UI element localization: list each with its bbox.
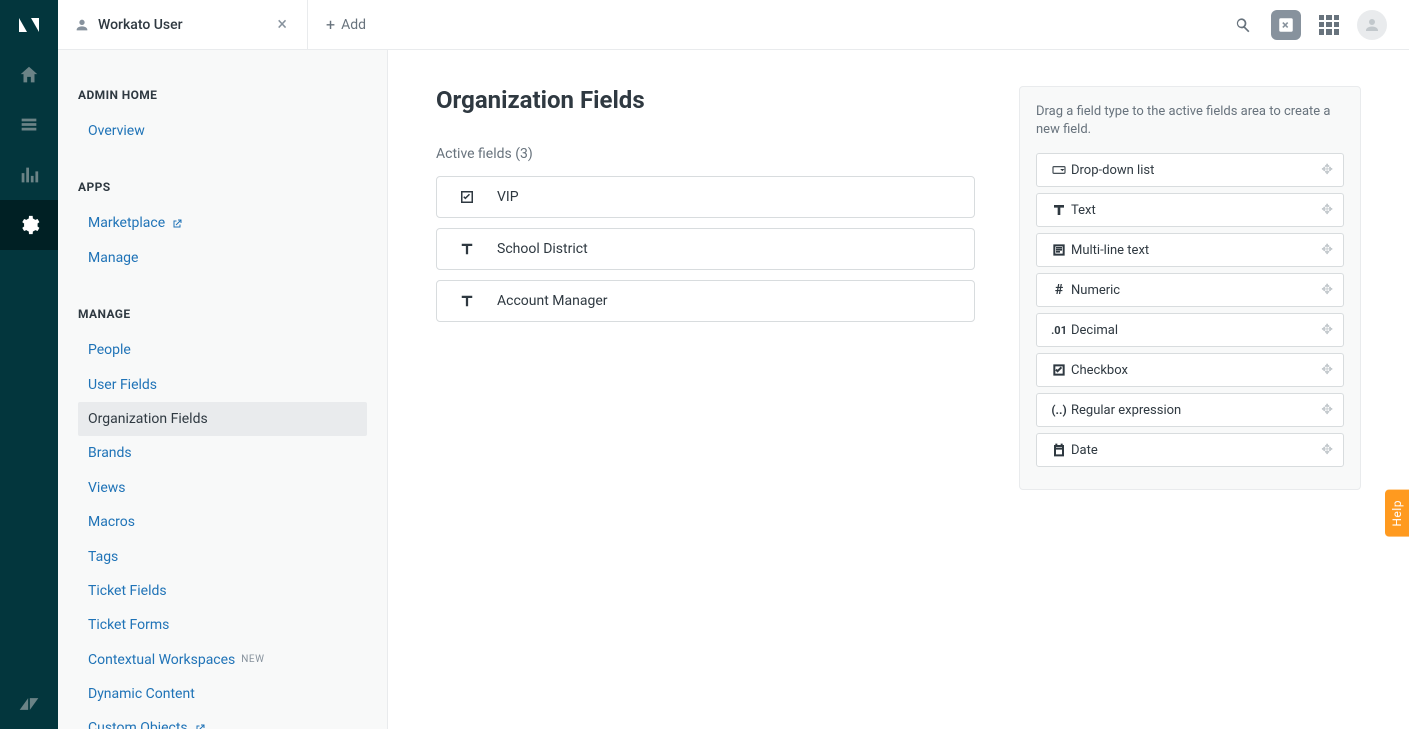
type-label: Regular expression	[1071, 403, 1321, 418]
drag-handle-icon: ✥	[1321, 282, 1333, 298]
field-label: School District	[497, 241, 588, 257]
type-label: Numeric	[1071, 283, 1321, 298]
add-tab-label: Add	[341, 17, 366, 33]
text-icon	[437, 240, 497, 258]
checkbox-icon	[1047, 362, 1071, 378]
sidebar-item-organization-fields[interactable]: Organization Fields	[78, 402, 367, 436]
rail-admin[interactable]	[0, 200, 58, 250]
new-badge: NEW	[241, 652, 264, 668]
sidebar-item-contextual-workspaces[interactable]: Contextual Workspaces NEW	[58, 643, 387, 677]
apps-button[interactable]	[1319, 15, 1339, 35]
apps-grid-icon	[1319, 15, 1339, 35]
type-dropdown[interactable]: Drop-down list ✥	[1036, 153, 1344, 187]
search-icon	[1233, 15, 1253, 35]
type-decimal[interactable]: .01 Decimal ✥	[1036, 313, 1344, 347]
nav-rail	[0, 0, 58, 729]
search-button[interactable]	[1233, 15, 1253, 35]
tab-label: Workato User	[98, 17, 265, 33]
add-tab-button[interactable]: + Add	[308, 0, 384, 49]
decimal-icon: .01	[1047, 324, 1071, 337]
drag-handle-icon: ✥	[1321, 202, 1333, 218]
external-link-icon	[194, 723, 206, 729]
close-box-icon	[1277, 16, 1295, 34]
drag-handle-icon: ✥	[1321, 362, 1333, 378]
active-fields-header: Active fields (3)	[436, 146, 975, 162]
regex-icon: (..)	[1047, 403, 1071, 417]
person-icon	[1363, 16, 1381, 34]
date-icon	[1047, 442, 1071, 458]
tab-user[interactable]: Workato User ×	[58, 0, 308, 49]
type-label: Checkbox	[1071, 363, 1321, 378]
sidebar-item-custom-objects[interactable]: Custom Objects	[58, 711, 387, 729]
drag-handle-icon: ✥	[1321, 322, 1333, 338]
rail-reports[interactable]	[0, 150, 58, 200]
type-label: Multi-line text	[1071, 243, 1321, 258]
type-label: Drop-down list	[1071, 163, 1321, 178]
sidebar-item-brands[interactable]: Brands	[58, 436, 387, 470]
admin-sidebar: ADMIN HOME Overview APPS Marketplace Man…	[58, 50, 388, 729]
sidebar-item-macros[interactable]: Macros	[58, 505, 387, 539]
field-label: Account Manager	[497, 293, 608, 309]
drag-handle-icon: ✥	[1321, 402, 1333, 418]
help-tab[interactable]: Help	[1385, 490, 1409, 537]
rail-views[interactable]	[0, 100, 58, 150]
type-label: Decimal	[1071, 323, 1321, 338]
type-date[interactable]: Date ✥	[1036, 433, 1344, 467]
topbar: Workato User × + Add	[58, 0, 1409, 50]
sidebar-item-people[interactable]: People	[58, 333, 387, 367]
field-row-vip[interactable]: VIP	[436, 176, 975, 218]
rail-home[interactable]	[0, 50, 58, 100]
field-row-school-district[interactable]: School District	[436, 228, 975, 270]
type-numeric[interactable]: # Numeric ✥	[1036, 273, 1344, 307]
type-text[interactable]: Text ✥	[1036, 193, 1344, 227]
sidebar-item-manage-apps[interactable]: Manage	[58, 241, 387, 275]
sidebar-item-user-fields[interactable]: User Fields	[58, 368, 387, 402]
sidebar-item-views[interactable]: Views	[58, 471, 387, 505]
type-label: Text	[1071, 203, 1321, 218]
main-panel: Organization Fields Active fields (3) VI…	[388, 50, 1409, 729]
text-icon	[1047, 202, 1071, 218]
type-regex[interactable]: (..) Regular expression ✥	[1036, 393, 1344, 427]
type-label: Date	[1071, 443, 1321, 458]
field-label: VIP	[497, 189, 519, 205]
brand-logo[interactable]	[0, 0, 58, 50]
plus-icon: +	[326, 17, 335, 33]
external-link-icon	[171, 218, 183, 230]
drag-handle-icon: ✥	[1321, 442, 1333, 458]
type-checkbox[interactable]: Checkbox ✥	[1036, 353, 1344, 387]
drag-handle-icon: ✥	[1321, 162, 1333, 178]
checkbox-icon	[437, 188, 497, 206]
avatar[interactable]	[1357, 10, 1387, 40]
section-admin-home: ADMIN HOME	[58, 74, 387, 114]
type-multiline[interactable]: Multi-line text ✥	[1036, 233, 1344, 267]
sidebar-item-ticket-fields[interactable]: Ticket Fields	[58, 574, 387, 608]
person-icon	[74, 17, 90, 33]
drag-handle-icon: ✥	[1321, 242, 1333, 258]
field-row-account-manager[interactable]: Account Manager	[436, 280, 975, 322]
sidebar-item-marketplace[interactable]: Marketplace	[58, 206, 387, 240]
sidebar-item-tags[interactable]: Tags	[58, 540, 387, 574]
conversations-button[interactable]	[1271, 10, 1301, 40]
sidebar-item-dynamic-content[interactable]: Dynamic Content	[58, 677, 387, 711]
rail-zendesk-logo[interactable]	[0, 679, 58, 729]
field-types-panel: Drag a field type to the active fields a…	[1019, 86, 1361, 490]
page-title: Organization Fields	[436, 86, 975, 114]
sidebar-item-overview[interactable]: Overview	[58, 114, 387, 148]
dropdown-icon	[1047, 162, 1071, 178]
sidebar-item-ticket-forms[interactable]: Ticket Forms	[58, 608, 387, 642]
section-apps: APPS	[58, 166, 387, 206]
section-manage: MANAGE	[58, 293, 387, 333]
panel-hint: Drag a field type to the active fields a…	[1036, 103, 1344, 139]
text-icon	[437, 292, 497, 310]
numeric-icon: #	[1047, 282, 1071, 298]
close-tab-icon[interactable]: ×	[273, 12, 291, 38]
multiline-icon	[1047, 242, 1071, 258]
